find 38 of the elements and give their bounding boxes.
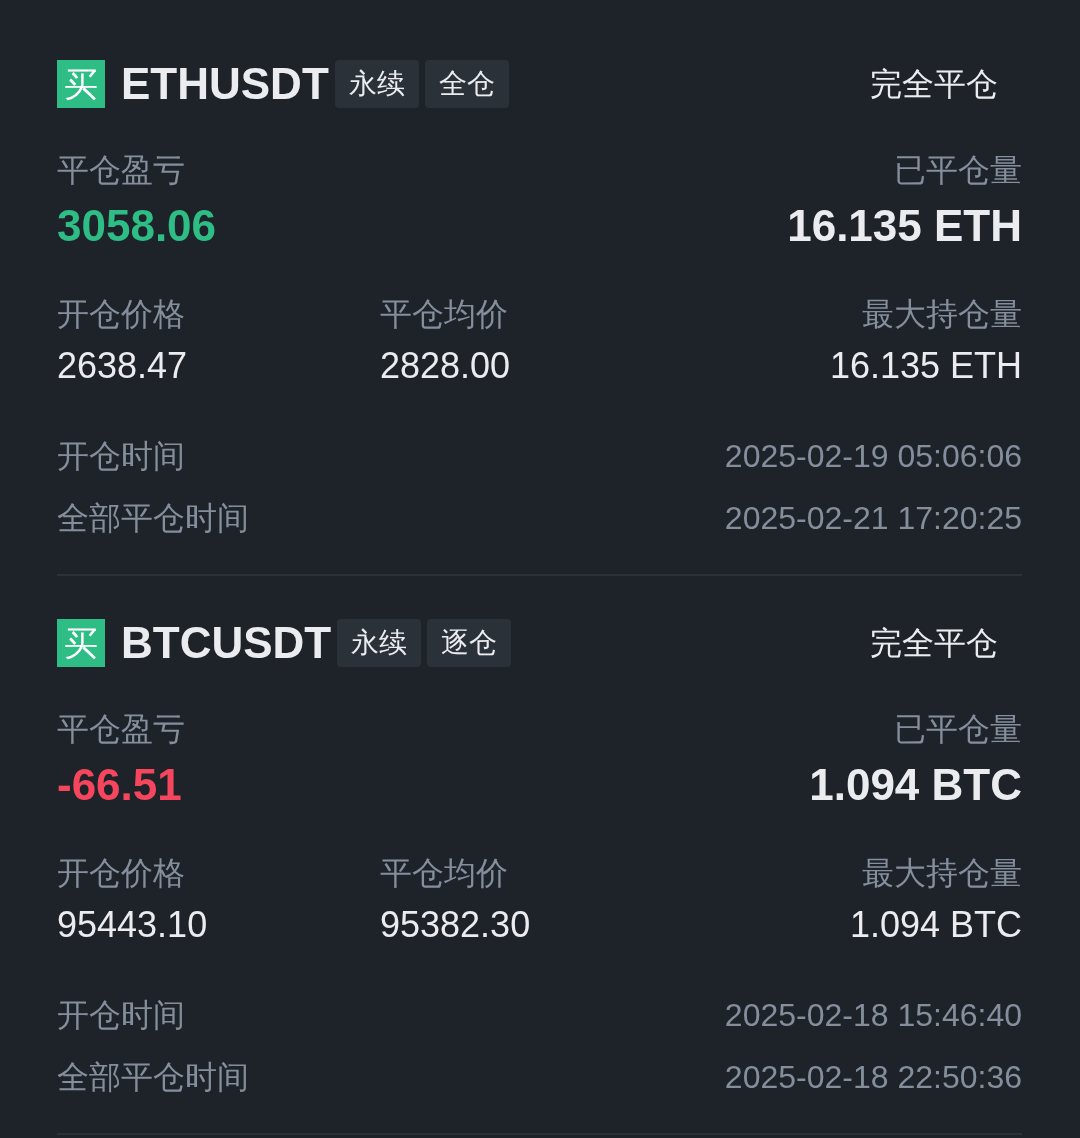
tag: 逐仓	[427, 619, 512, 667]
label: 开仓时间	[57, 437, 185, 476]
label: 平仓盈亏	[57, 151, 186, 190]
value: 95382.30	[380, 905, 531, 945]
label: 平仓均价	[380, 295, 509, 334]
value: 1.094 BTC	[849, 905, 1022, 945]
buy-badge: 买	[57, 619, 105, 667]
timestamp: 2025-02-18 22:50:36	[724, 1058, 1022, 1097]
tag: 全仓	[424, 60, 509, 108]
symbol: BTCUSDT	[121, 621, 332, 665]
label: 全部平仓时间	[57, 499, 249, 538]
buy-badge: 买	[57, 60, 105, 108]
label: 开仓时间	[57, 996, 185, 1035]
label: 平仓均价	[380, 854, 509, 893]
timestamp: 2025-02-18 15:46:40	[724, 996, 1022, 1035]
close-all-button[interactable]: 完全平仓	[870, 619, 998, 667]
value: 2638.47	[57, 346, 189, 386]
value: 16.135 ETH	[829, 346, 1022, 386]
label: 平仓盈亏	[57, 710, 185, 749]
value: 95443.10	[57, 905, 209, 945]
close-all-button[interactable]: 完全平仓	[870, 60, 998, 108]
symbol: ETHUSDT	[121, 62, 329, 106]
timestamp: 2025-02-19 05:06:06	[724, 437, 1022, 476]
tag: 永续	[337, 619, 422, 667]
pnl-value: -66.51	[57, 759, 183, 811]
label: 全部平仓时间	[57, 1058, 249, 1097]
pnl-value: 3058.06	[57, 200, 217, 252]
value: 2828.00	[380, 346, 511, 386]
tag: 永续	[334, 60, 419, 108]
label: 开仓价格	[57, 295, 186, 334]
timestamp: 2025-02-21 17:20:25	[724, 499, 1022, 538]
label: 最大持仓量	[862, 295, 1022, 334]
label: 开仓价格	[57, 854, 186, 893]
label: 已平仓量	[894, 710, 1022, 749]
value: 16.135 ETH	[787, 200, 1022, 252]
label: 最大持仓量	[862, 854, 1022, 893]
value: 1.094 BTC	[809, 759, 1022, 811]
label: 已平仓量	[894, 151, 1022, 190]
